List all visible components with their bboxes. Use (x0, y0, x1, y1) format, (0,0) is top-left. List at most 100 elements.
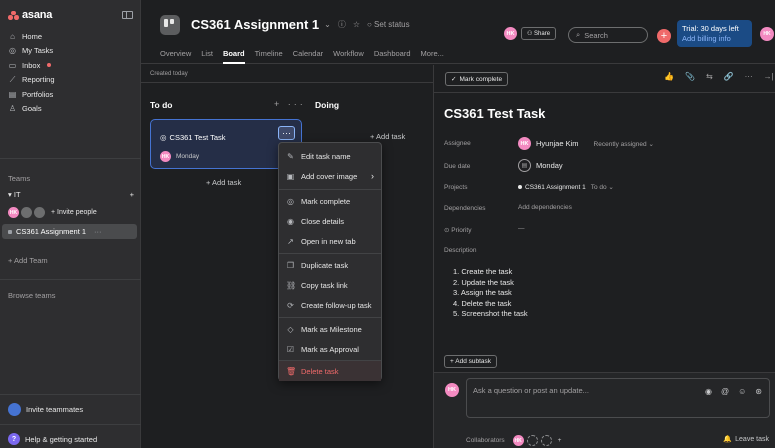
menu-item-label: Open in new tab (301, 236, 356, 246)
tab-more[interactable]: More... (421, 41, 444, 64)
sidebar-item-my-tasks[interactable]: ◎ My Tasks (0, 44, 141, 59)
sidebar-item-label: Reporting (22, 75, 55, 85)
eye-icon: ◉ (287, 216, 294, 226)
project-more-icon[interactable]: ··· (94, 227, 102, 236)
info-icon[interactable]: ⓘ (338, 19, 346, 30)
priority-value[interactable]: — (518, 225, 525, 232)
menu-item-edit-task-name[interactable]: ✎ Edit task name (279, 146, 381, 166)
menu-item-mark-complete[interactable]: ◎ Mark complete (279, 191, 381, 211)
portfolios-icon: ▤ (8, 89, 17, 99)
menu-item-mark-milestone[interactable]: ◇ Mark as Milestone (279, 319, 381, 339)
tab-dashboard[interactable]: Dashboard (374, 41, 411, 64)
emoji-icon[interactable]: ☺ (738, 387, 746, 396)
sidebar-collapse-icon[interactable] (122, 11, 133, 19)
star-icon[interactable]: ☆ (353, 20, 360, 29)
trial-banner[interactable]: Trial: 30 days left Add billing info (677, 20, 752, 47)
add-team-link[interactable]: + Add Team (8, 256, 48, 265)
asana-logo[interactable]: asana (8, 9, 52, 21)
link-icon[interactable]: 🔗 (724, 72, 734, 81)
collaborator-placeholder-icon[interactable] (526, 435, 538, 446)
leave-task-button[interactable]: 🔔 Leave task (723, 435, 769, 444)
sidebar: asana ⌂ Home ◎ My Tasks ▭ Inbox ⟋ Report… (0, 0, 141, 448)
project-chip[interactable]: CS361 Assignment 1 (518, 184, 586, 191)
assignee-field[interactable]: HK Hyunjae Kim Recently assigned ⌄ (518, 137, 654, 150)
tab-overview[interactable]: Overview (160, 41, 191, 64)
menu-divider (279, 253, 381, 254)
menu-item-copy-task-link[interactable]: ⛓ Copy task link (279, 275, 381, 295)
menu-item-add-cover-image[interactable]: ▣ Add cover image › (279, 166, 381, 186)
description-body[interactable]: 1. Create the task 2. Update the task 3.… (453, 267, 528, 320)
record-icon[interactable]: ◉ (705, 387, 712, 396)
search-input[interactable]: ⌕ Search (568, 27, 648, 43)
page-title[interactable]: CS361 Assignment 1 (191, 17, 319, 32)
add-dependencies-link[interactable]: Add dependencies (518, 204, 572, 211)
add-collaborator-button[interactable]: + (558, 437, 562, 444)
set-status-button[interactable]: ○ Set status (367, 20, 410, 29)
avatar[interactable]: HK (504, 27, 517, 40)
mark-complete-button[interactable]: ✓ Mark complete (445, 72, 509, 86)
check-circle-icon[interactable]: ◎ (160, 133, 167, 142)
add-task-button[interactable]: + Add task (206, 178, 241, 187)
menu-item-delete-task[interactable]: 🗑 Delete task (279, 361, 381, 381)
due-date-field[interactable]: ▤ Monday (518, 159, 563, 172)
help-label: Help & getting started (25, 434, 98, 444)
sidebar-item-portfolios[interactable]: ▤ Portfolios (0, 87, 141, 102)
sidebar-item-home[interactable]: ⌂ Home (0, 29, 141, 44)
add-task-button-doing[interactable]: + Add task (370, 132, 405, 141)
avatar[interactable]: HK (8, 207, 19, 218)
share-button[interactable]: ⚇ Share (521, 27, 557, 40)
subtask-icon[interactable]: ⇆ (706, 72, 713, 81)
browse-teams-link[interactable]: Browse teams (8, 291, 56, 300)
user-avatar[interactable]: HK (760, 27, 774, 41)
team-it[interactable]: ▾ IT + (8, 190, 134, 199)
ai-icon[interactable]: ⊛ (755, 387, 762, 396)
help-button[interactable]: ? Help & getting started (8, 433, 97, 445)
column-todo-title[interactable]: To do (150, 100, 173, 110)
more-icon[interactable]: ··· (288, 99, 306, 109)
collaborator-placeholder-icon[interactable] (540, 435, 552, 446)
tab-list[interactable]: List (201, 41, 213, 64)
task-more-button[interactable]: ··· (278, 126, 295, 140)
add-billing-link[interactable]: Add billing info (682, 34, 747, 44)
menu-item-open-new-tab[interactable]: ↗ Open in new tab (279, 231, 381, 251)
comment-input[interactable]: Ask a question or post an update... ◉ @ … (466, 378, 770, 418)
menu-item-duplicate-task[interactable]: ❐ Duplicate task (279, 255, 381, 275)
column-doing-title[interactable]: Doing (315, 100, 339, 110)
invite-people-link[interactable]: + Invite people (51, 209, 97, 216)
sidebar-project-cs361[interactable]: CS361 Assignment 1 ··· (2, 224, 137, 239)
add-team-project-button[interactable]: + (130, 190, 134, 199)
projects-field[interactable]: CS361 Assignment 1 To do ⌄ (518, 183, 614, 191)
reporting-icon: ⟋ (9, 74, 16, 84)
menu-item-close-details[interactable]: ◉ Close details (279, 211, 381, 231)
avatar[interactable]: HK (512, 435, 524, 446)
sidebar-item-reporting[interactable]: ⟋ Reporting (0, 73, 141, 88)
avatar[interactable]: HK (160, 151, 171, 162)
mention-icon[interactable]: @ (721, 387, 729, 396)
project-section-select[interactable]: To do ⌄ (591, 183, 614, 191)
task-title[interactable]: CS361 Test Task (444, 106, 545, 121)
chevron-down-icon[interactable]: ⌄ (324, 20, 331, 29)
tab-board[interactable]: Board (222, 41, 245, 64)
sidebar-item-goals[interactable]: ♙ Goals (0, 102, 141, 117)
like-icon[interactable]: 👍 (664, 72, 674, 81)
task-context-menu: ✎ Edit task name ▣ Add cover image › ◎ M… (278, 142, 382, 381)
add-task-icon[interactable]: + (274, 99, 282, 109)
check-icon: ✓ (451, 76, 457, 83)
create-button[interactable]: + (657, 29, 671, 43)
tab-timeline[interactable]: Timeline (255, 41, 283, 64)
menu-item-mark-approval[interactable]: ☑ Mark as Approval (279, 339, 381, 359)
projects-label: Projects (444, 184, 468, 191)
attachment-icon[interactable]: 📎 (685, 72, 695, 81)
brand-name: asana (22, 9, 53, 21)
invite-teammates-button[interactable]: Invite teammates (8, 403, 83, 416)
menu-item-create-follow-up[interactable]: ⟳ Create follow-up task (279, 295, 381, 315)
more-icon[interactable]: ··· (745, 72, 753, 81)
add-subtask-button[interactable]: + Add subtask (444, 355, 498, 368)
collaborators-label: Collaborators (466, 437, 505, 444)
close-pane-icon[interactable]: →| (764, 72, 774, 81)
tab-workflow[interactable]: Workflow (333, 41, 364, 64)
assignee-note[interactable]: Recently assigned ⌄ (594, 140, 654, 148)
tab-calendar[interactable]: Calendar (293, 41, 323, 64)
sidebar-item-inbox[interactable]: ▭ Inbox (0, 58, 141, 73)
list-item: 4. Delete the task (453, 298, 512, 308)
